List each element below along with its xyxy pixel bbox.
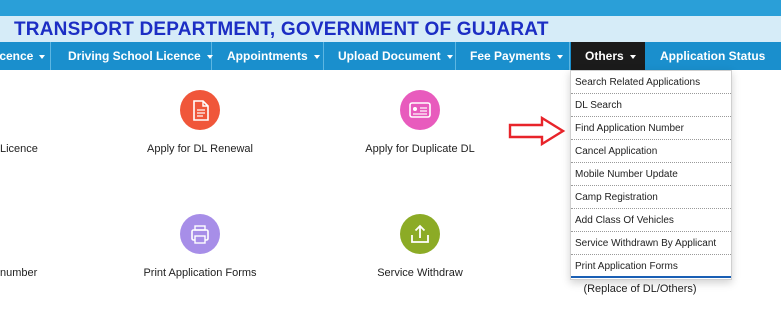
- tile-number-label[interactable]: number: [0, 267, 37, 279]
- service-withdraw-label[interactable]: Service Withdraw: [377, 267, 463, 279]
- others-dropdown-menu: Search Related Applications DL Search Fi…: [570, 70, 732, 280]
- caret-down-icon: [206, 54, 213, 59]
- nav-licence-label: icence: [0, 49, 34, 63]
- menu-item-mobile-number-update[interactable]: Mobile Number Update: [571, 163, 731, 186]
- nav-others[interactable]: Others: [571, 42, 645, 70]
- nav-upload-document[interactable]: Upload Document: [325, 42, 456, 70]
- menu-item-search-related-applications[interactable]: Search Related Applications: [571, 71, 731, 94]
- dl-renewal-tile-icon[interactable]: [180, 90, 220, 130]
- document-icon: [193, 100, 209, 121]
- top-strip: [0, 0, 781, 16]
- upload-tray-icon: [411, 224, 429, 243]
- nav-appointments-label: Appointments: [227, 49, 308, 63]
- tile-licence-label[interactable]: Licence: [0, 143, 38, 155]
- caret-down-icon: [446, 54, 453, 59]
- nav-application-status-label: Application Status: [660, 49, 766, 63]
- menu-item-service-withdrawn-by-applicant[interactable]: Service Withdrawn By Applicant: [571, 232, 731, 255]
- service-withdraw-tile-icon[interactable]: [400, 214, 440, 254]
- nav-application-status[interactable]: Application Status: [646, 42, 781, 70]
- print-forms-tile-icon[interactable]: [180, 214, 220, 254]
- print-forms-label[interactable]: Print Application Forms: [143, 267, 256, 279]
- nav-fee-payments-label: Fee Payments: [470, 49, 551, 63]
- nav-upload-document-label: Upload Document: [338, 49, 441, 63]
- nav-appointments[interactable]: Appointments: [213, 42, 324, 70]
- print-icon: [191, 225, 209, 244]
- nav-others-label: Others: [585, 49, 624, 63]
- nav-licence[interactable]: icence: [0, 42, 51, 70]
- replace-dl-others-label[interactable]: (Replace of DL/Others): [583, 283, 696, 295]
- menu-item-print-application-forms[interactable]: Print Application Forms: [571, 255, 731, 278]
- caret-down-icon: [39, 54, 46, 59]
- caret-down-icon: [556, 54, 563, 59]
- main-navbar: icence Driving School Licence Appointmen…: [0, 42, 781, 70]
- page-title: TRANSPORT DEPARTMENT, GOVERNMENT OF GUJA…: [14, 19, 549, 40]
- caret-down-icon: [313, 54, 320, 59]
- menu-item-camp-registration[interactable]: Camp Registration: [571, 186, 731, 209]
- id-card-icon: [409, 102, 431, 118]
- red-arrow-icon: [508, 115, 566, 147]
- menu-item-add-class-of-vehicles[interactable]: Add Class Of Vehicles: [571, 209, 731, 232]
- header-banner: TRANSPORT DEPARTMENT, GOVERNMENT OF GUJA…: [0, 16, 781, 42]
- nav-fee-payments[interactable]: Fee Payments: [457, 42, 570, 70]
- duplicate-dl-label[interactable]: Apply for Duplicate DL: [365, 143, 474, 155]
- nav-driving-school-licence-label: Driving School Licence: [68, 49, 201, 63]
- menu-item-find-application-number[interactable]: Find Application Number: [571, 117, 731, 140]
- menu-item-cancel-application[interactable]: Cancel Application: [571, 140, 731, 163]
- nav-driving-school-licence[interactable]: Driving School Licence: [54, 42, 213, 70]
- caret-down-icon: [629, 54, 636, 59]
- dl-renewal-label[interactable]: Apply for DL Renewal: [147, 143, 253, 155]
- duplicate-dl-tile-icon[interactable]: [400, 90, 440, 130]
- menu-item-dl-search[interactable]: DL Search: [571, 94, 731, 117]
